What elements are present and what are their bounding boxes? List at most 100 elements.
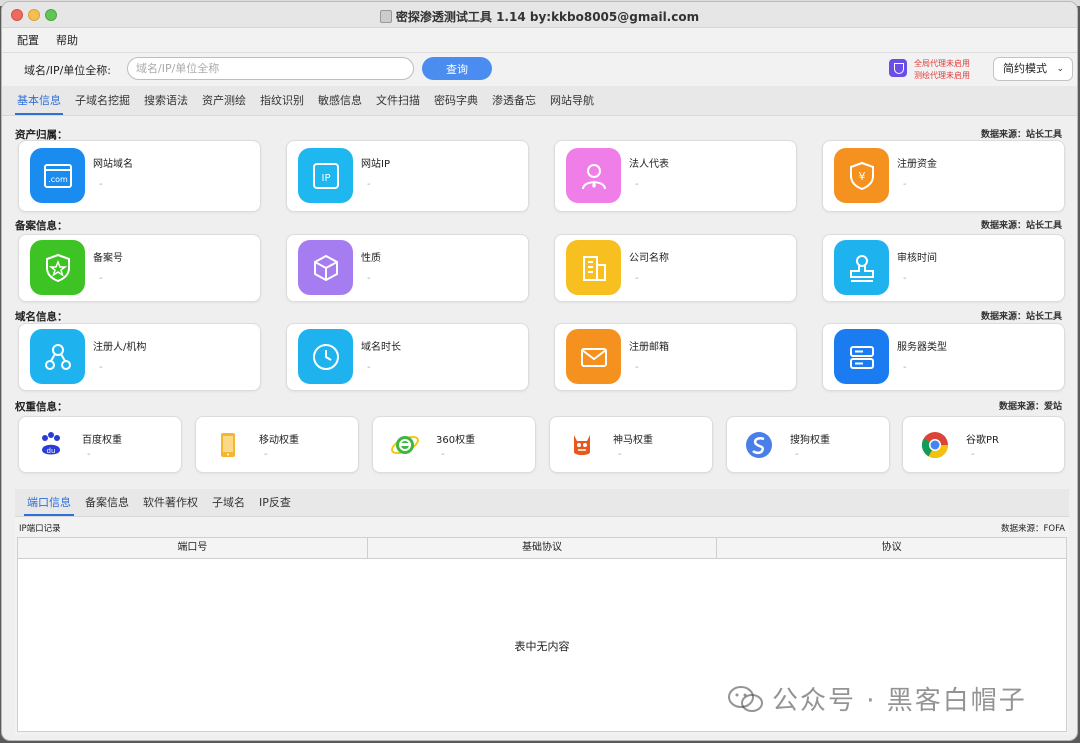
tab-subdomain[interactable]: 子域名挖掘 bbox=[68, 92, 137, 115]
mail-icon bbox=[566, 329, 621, 384]
section-weight-source: 数据来源：爱站 bbox=[998, 402, 1062, 412]
card-value: - bbox=[971, 449, 975, 460]
mobile-phone-icon bbox=[210, 427, 246, 463]
card-value: - bbox=[441, 449, 445, 460]
column-protocol[interactable]: 协议 bbox=[717, 538, 1066, 558]
query-label: 域名/IP/单位全称: bbox=[24, 64, 111, 77]
tab-pentest-memo[interactable]: 渗透备忘 bbox=[485, 92, 543, 115]
card-label: 审核时间 bbox=[897, 253, 937, 264]
star-shield-icon bbox=[30, 240, 85, 295]
svg-text:du: du bbox=[47, 447, 56, 455]
bottom-tabs: 端口信息 备案信息 软件著作权 子域名 IP反查 bbox=[15, 489, 1069, 517]
shenma-icon bbox=[564, 427, 600, 463]
wechat-icon bbox=[728, 686, 763, 712]
card-value: - bbox=[903, 179, 907, 190]
card-value: - bbox=[367, 273, 371, 284]
card-value: - bbox=[99, 362, 103, 373]
menu-help[interactable]: 帮助 bbox=[56, 32, 78, 48]
yuan-shield-icon: ¥ bbox=[834, 148, 889, 203]
svg-text:IP: IP bbox=[321, 173, 330, 184]
column-port[interactable]: 端口号 bbox=[18, 538, 368, 558]
menu-config[interactable]: 配置 bbox=[17, 32, 39, 48]
card-label: 公司名称 bbox=[629, 253, 669, 264]
window-title: 密探渗透测试工具 1.14 by:kkbo8005@gmail.com bbox=[2, 8, 1077, 25]
card-mobile: 移动权重 - bbox=[195, 416, 359, 473]
card-value: - bbox=[635, 362, 639, 373]
tab-sensitive-info[interactable]: 敏感信息 bbox=[311, 92, 369, 115]
tab-subdomain-list[interactable]: 子域名 bbox=[205, 494, 252, 516]
ie-360-icon bbox=[387, 427, 423, 463]
person-icon bbox=[566, 148, 621, 203]
card-icp-no: 备案号 - bbox=[18, 234, 261, 302]
card-label: 360权重 bbox=[436, 435, 476, 446]
mode-select[interactable]: 简约模式 ⌄ bbox=[993, 57, 1073, 81]
card-label: 网站域名 bbox=[93, 159, 133, 170]
card-reg-email: 注册邮箱 - bbox=[554, 323, 797, 391]
section-icp-source: 数据来源：站长工具 bbox=[980, 221, 1062, 231]
card-value: - bbox=[264, 449, 268, 460]
app-icon bbox=[379, 10, 392, 23]
card-nature: 性质 - bbox=[286, 234, 529, 302]
ip-icon: IP bbox=[298, 148, 353, 203]
stamp-icon bbox=[834, 240, 889, 295]
section-domain-source: 数据来源：站长工具 bbox=[980, 312, 1062, 322]
clock-icon bbox=[298, 329, 353, 384]
card-value: - bbox=[367, 362, 371, 373]
query-bar: 域名/IP/单位全称: 查询 全局代理未启用 测绘代理未启用 简约模式 ⌄ bbox=[2, 53, 1077, 86]
proxy-status: 全局代理未启用 测绘代理未启用 bbox=[914, 58, 970, 82]
watermark: 公众号 · 黑客白帽子 bbox=[726, 680, 1027, 717]
tab-file-scan[interactable]: 文件扫描 bbox=[369, 92, 427, 115]
card-site-domain: .com 网站域名 - bbox=[18, 140, 261, 212]
tab-password-dict[interactable]: 密码字典 bbox=[427, 92, 485, 115]
card-review-time: 审核时间 - bbox=[822, 234, 1065, 302]
tab-search-syntax[interactable]: 搜索语法 bbox=[137, 92, 195, 115]
card-site-ip: IP 网站IP - bbox=[286, 140, 529, 212]
query-button[interactable]: 查询 bbox=[422, 57, 492, 80]
sogou-icon bbox=[741, 427, 777, 463]
menu-bar: 配置 帮助 bbox=[2, 28, 1077, 53]
svg-text:.com: .com bbox=[48, 175, 68, 184]
card-label: 网站IP bbox=[361, 159, 390, 170]
card-value: - bbox=[367, 179, 371, 190]
card-label: 搜狗权重 bbox=[790, 435, 830, 446]
card-value: - bbox=[903, 362, 907, 373]
ip-port-label: IP端口记录 bbox=[19, 524, 61, 534]
card-server-type: 服务器类型 - bbox=[822, 323, 1065, 391]
card-domain-age: 域名时长 - bbox=[286, 323, 529, 391]
baidu-icon: du bbox=[33, 427, 69, 463]
tab-ip-reverse[interactable]: IP反查 bbox=[252, 494, 298, 516]
ip-port-source: 数据来源：FOFA bbox=[1000, 524, 1065, 534]
network-icon bbox=[30, 329, 85, 384]
shield-icon bbox=[889, 59, 907, 77]
card-reg-capital: ¥ 注册资金 - bbox=[822, 140, 1065, 212]
card-label: 域名时长 bbox=[361, 342, 401, 353]
tab-fingerprint[interactable]: 指纹识别 bbox=[253, 92, 311, 115]
section-asset-source: 数据来源：站长工具 bbox=[980, 130, 1062, 140]
svg-text:¥: ¥ bbox=[858, 170, 865, 183]
card-360: 360权重 - bbox=[372, 416, 536, 473]
card-label: 注册邮箱 bbox=[629, 342, 669, 353]
column-base-protocol[interactable]: 基础协议 bbox=[368, 538, 718, 558]
tab-basic-info[interactable]: 基本信息 bbox=[10, 92, 68, 115]
tab-site-nav[interactable]: 网站导航 bbox=[543, 92, 601, 115]
card-label: 服务器类型 bbox=[897, 342, 947, 353]
section-weight-title: 权重信息： bbox=[15, 401, 68, 413]
search-input[interactable] bbox=[127, 57, 414, 80]
chevron-down-icon: ⌄ bbox=[1056, 64, 1064, 74]
tab-port-info[interactable]: 端口信息 bbox=[20, 494, 78, 516]
tab-asset-mapping[interactable]: 资产测绘 bbox=[195, 92, 253, 115]
mode-select-value: 简约模式 bbox=[1003, 62, 1047, 75]
card-registrant: 注册人/机构 - bbox=[18, 323, 261, 391]
watermark-text: 公众号 · 黑客白帽子 bbox=[772, 686, 1027, 716]
proxy-global-status: 全局代理未启用 bbox=[914, 59, 970, 68]
tab-software-copyright[interactable]: 软件著作权 bbox=[136, 494, 205, 516]
section-domain-title: 域名信息： bbox=[15, 311, 68, 323]
chrome-icon bbox=[917, 427, 953, 463]
card-label: 法人代表 bbox=[629, 159, 669, 170]
card-value: - bbox=[795, 449, 799, 460]
card-value: - bbox=[635, 179, 639, 190]
card-label: 神马权重 bbox=[613, 435, 653, 446]
tab-icp-info[interactable]: 备案信息 bbox=[78, 494, 136, 516]
main-tabs: 基本信息 子域名挖掘 搜索语法 资产测绘 指纹识别 敏感信息 文件扫描 密码字典… bbox=[2, 86, 1077, 116]
card-legal-rep: 法人代表 - bbox=[554, 140, 797, 212]
